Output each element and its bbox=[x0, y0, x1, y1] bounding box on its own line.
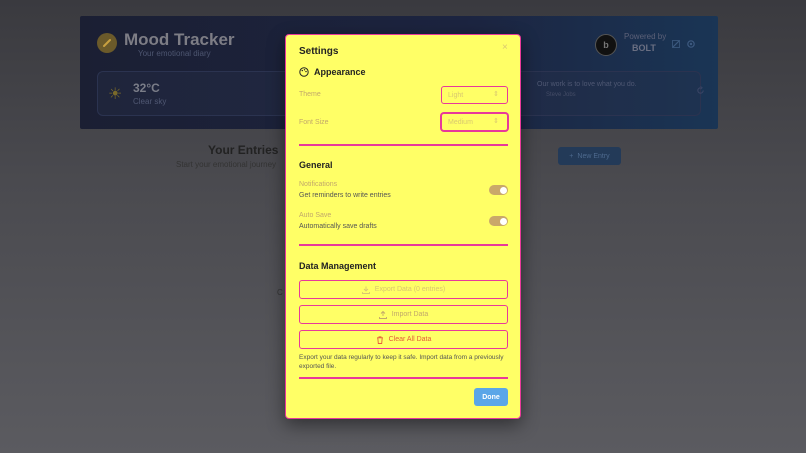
appearance-label: Appearance bbox=[314, 67, 366, 77]
download-icon bbox=[361, 286, 370, 294]
data-management-note: Export your data regularly to keep it sa… bbox=[299, 354, 504, 370]
import-data-label: Import Data bbox=[391, 311, 429, 318]
quote-author: Steve Jobs bbox=[546, 92, 576, 98]
auto-save-toggle[interactable] bbox=[489, 216, 508, 226]
weather-condition: Clear sky bbox=[133, 97, 167, 106]
app-title: Mood Tracker bbox=[124, 30, 235, 49]
sun-icon: ☀ bbox=[108, 86, 123, 103]
entries-title: Your Entries bbox=[208, 143, 279, 157]
settings-title: Settings bbox=[299, 46, 339, 57]
toggle-knob bbox=[499, 217, 507, 225]
background-text-fragment: C bbox=[277, 288, 283, 297]
data-management-label: Data Management bbox=[299, 261, 377, 271]
app-subtitle: Your emotional diary bbox=[138, 49, 211, 58]
bolt-badge[interactable]: b bbox=[595, 34, 617, 56]
done-button[interactable]: Done bbox=[474, 388, 508, 406]
gear-icon[interactable] bbox=[686, 39, 696, 49]
trash-icon bbox=[376, 335, 383, 344]
temperature: 32°C bbox=[133, 81, 160, 95]
appearance-section-title: Appearance bbox=[299, 67, 366, 77]
select-caret-icon: ⇕ bbox=[493, 118, 499, 125]
export-data-label: Export Data (0 entries) bbox=[374, 286, 446, 293]
notifications-toggle[interactable] bbox=[489, 185, 508, 195]
import-data-button[interactable]: Import Data bbox=[299, 305, 508, 324]
theme-label: Theme bbox=[299, 91, 321, 98]
clear-all-data-button[interactable]: Clear All Data bbox=[299, 330, 508, 349]
general-section-title: General bbox=[299, 160, 333, 170]
font-size-select[interactable]: Medium ⇕ bbox=[441, 113, 508, 131]
plus-icon: + bbox=[569, 152, 574, 160]
theme-value: Light bbox=[448, 91, 464, 99]
notifications-description: Get reminders to write entries bbox=[299, 192, 391, 199]
theme-select[interactable]: Light ⇕ bbox=[441, 86, 508, 104]
notifications-label: Notifications bbox=[299, 181, 338, 188]
export-data-button[interactable]: Export Data (0 entries) bbox=[299, 280, 508, 299]
edit-icon[interactable] bbox=[671, 39, 681, 49]
entries-subtitle: Start your emotional journey bbox=[176, 160, 277, 169]
general-label: General bbox=[299, 160, 333, 170]
clear-all-data-label: Clear All Data bbox=[388, 336, 432, 343]
palette-icon bbox=[299, 67, 309, 77]
app-logo-icon bbox=[97, 33, 117, 53]
refresh-icon[interactable] bbox=[696, 86, 705, 95]
brand-label: BOLT bbox=[632, 43, 656, 53]
new-entry-label: New Entry bbox=[577, 152, 610, 160]
font-size-label: Font Size bbox=[299, 119, 329, 126]
select-caret-icon: ⇕ bbox=[493, 91, 499, 98]
section-divider bbox=[299, 377, 508, 379]
powered-by-label: Powered by bbox=[624, 32, 667, 41]
new-entry-button[interactable]: + New Entry bbox=[558, 147, 621, 165]
section-divider bbox=[299, 144, 508, 146]
toggle-knob bbox=[499, 186, 507, 194]
settings-modal: Settings × Appearance Theme Light ⇕ Font… bbox=[285, 34, 521, 419]
data-management-section-title: Data Management bbox=[299, 261, 376, 271]
section-divider bbox=[299, 244, 508, 246]
close-icon[interactable]: × bbox=[502, 42, 508, 53]
upload-icon bbox=[378, 310, 387, 319]
auto-save-label: Auto Save bbox=[299, 212, 332, 219]
font-size-value: Medium bbox=[448, 118, 473, 126]
auto-save-description: Automatically save drafts bbox=[299, 223, 377, 230]
quote-text: Our work is to love what you do. bbox=[537, 81, 637, 88]
